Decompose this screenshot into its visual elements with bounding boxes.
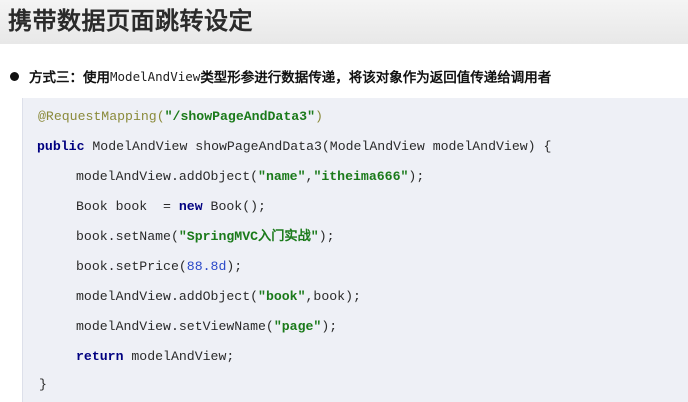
mapping-path-string: "/showPageAndData3": [164, 109, 315, 124]
string-literal: "SpringMVC入门实战": [178, 229, 319, 244]
bullet-item: 方式三：使用 ModelAndView 类型形参进行数据传递，将该对象作为返回值…: [10, 66, 551, 86]
annotation-close-token: ): [315, 109, 323, 124]
string-literal: "itheima666": [313, 169, 409, 184]
code-text: );: [318, 229, 335, 244]
method-signature: ModelAndView showPageAndData3(ModelAndVi…: [84, 139, 552, 154]
code-text: ,book);: [305, 289, 361, 304]
code-text: );: [408, 169, 425, 184]
code-line-add-name: modelAndView.addObject("name","itheima66…: [76, 166, 424, 188]
code-text: book.setPrice(: [76, 259, 187, 274]
string-literal: "name": [258, 169, 306, 184]
page-title: 携带数据页面跳转设定: [8, 7, 253, 35]
keyword-public: public: [37, 139, 85, 154]
number-literal: 88.8d: [186, 259, 227, 274]
code-line-signature: public ModelAndView showPageAndData3(Mod…: [37, 136, 551, 158]
code-text: modelAndView.addObject(: [76, 169, 259, 184]
code-text: Book();: [202, 199, 266, 214]
keyword-return: return: [76, 349, 124, 364]
code-line-new-book: Book book = new Book();: [76, 196, 266, 218]
code-text: );: [321, 319, 338, 334]
string-literal: "page": [273, 319, 322, 334]
code-text: modelAndView;: [123, 349, 235, 364]
code-line-closing-brace: }: [39, 374, 47, 396]
code-text: );: [226, 259, 243, 274]
code-line-return: return modelAndView;: [76, 346, 234, 368]
closing-brace: }: [39, 377, 47, 392]
bullet-suffix: 类型形参进行数据传递，将该对象作为返回值传递给调用者: [200, 70, 552, 86]
code-line-annotation: @RequestMapping("/showPageAndData3"): [38, 106, 323, 128]
code-text: Book book =: [76, 199, 179, 214]
bullet-inline-code: ModelAndView: [110, 68, 201, 84]
string-literal: "book": [258, 289, 306, 304]
bullet-dot-icon: [10, 71, 19, 81]
code-text: modelAndView.setViewName(: [76, 319, 274, 334]
code-text: book.setName(: [76, 229, 179, 244]
code-text: modelAndView.addObject(: [76, 289, 259, 304]
annotation-token: @RequestMapping(: [38, 109, 165, 124]
code-line-add-book: modelAndView.addObject("book",book);: [76, 286, 361, 308]
code-line-set-name: book.setName("SpringMVC入门实战");: [76, 226, 335, 248]
bullet-prefix: 方式三：使用: [29, 70, 110, 86]
title-bar: 携带数据页面跳转设定: [0, 0, 688, 44]
code-line-set-view-name: modelAndView.setViewName("page");: [76, 316, 337, 338]
code-line-set-price: book.setPrice(88.8d);: [76, 256, 242, 278]
code-block: @RequestMapping("/showPageAndData3") pub…: [22, 98, 688, 402]
keyword-new: new: [178, 199, 203, 214]
